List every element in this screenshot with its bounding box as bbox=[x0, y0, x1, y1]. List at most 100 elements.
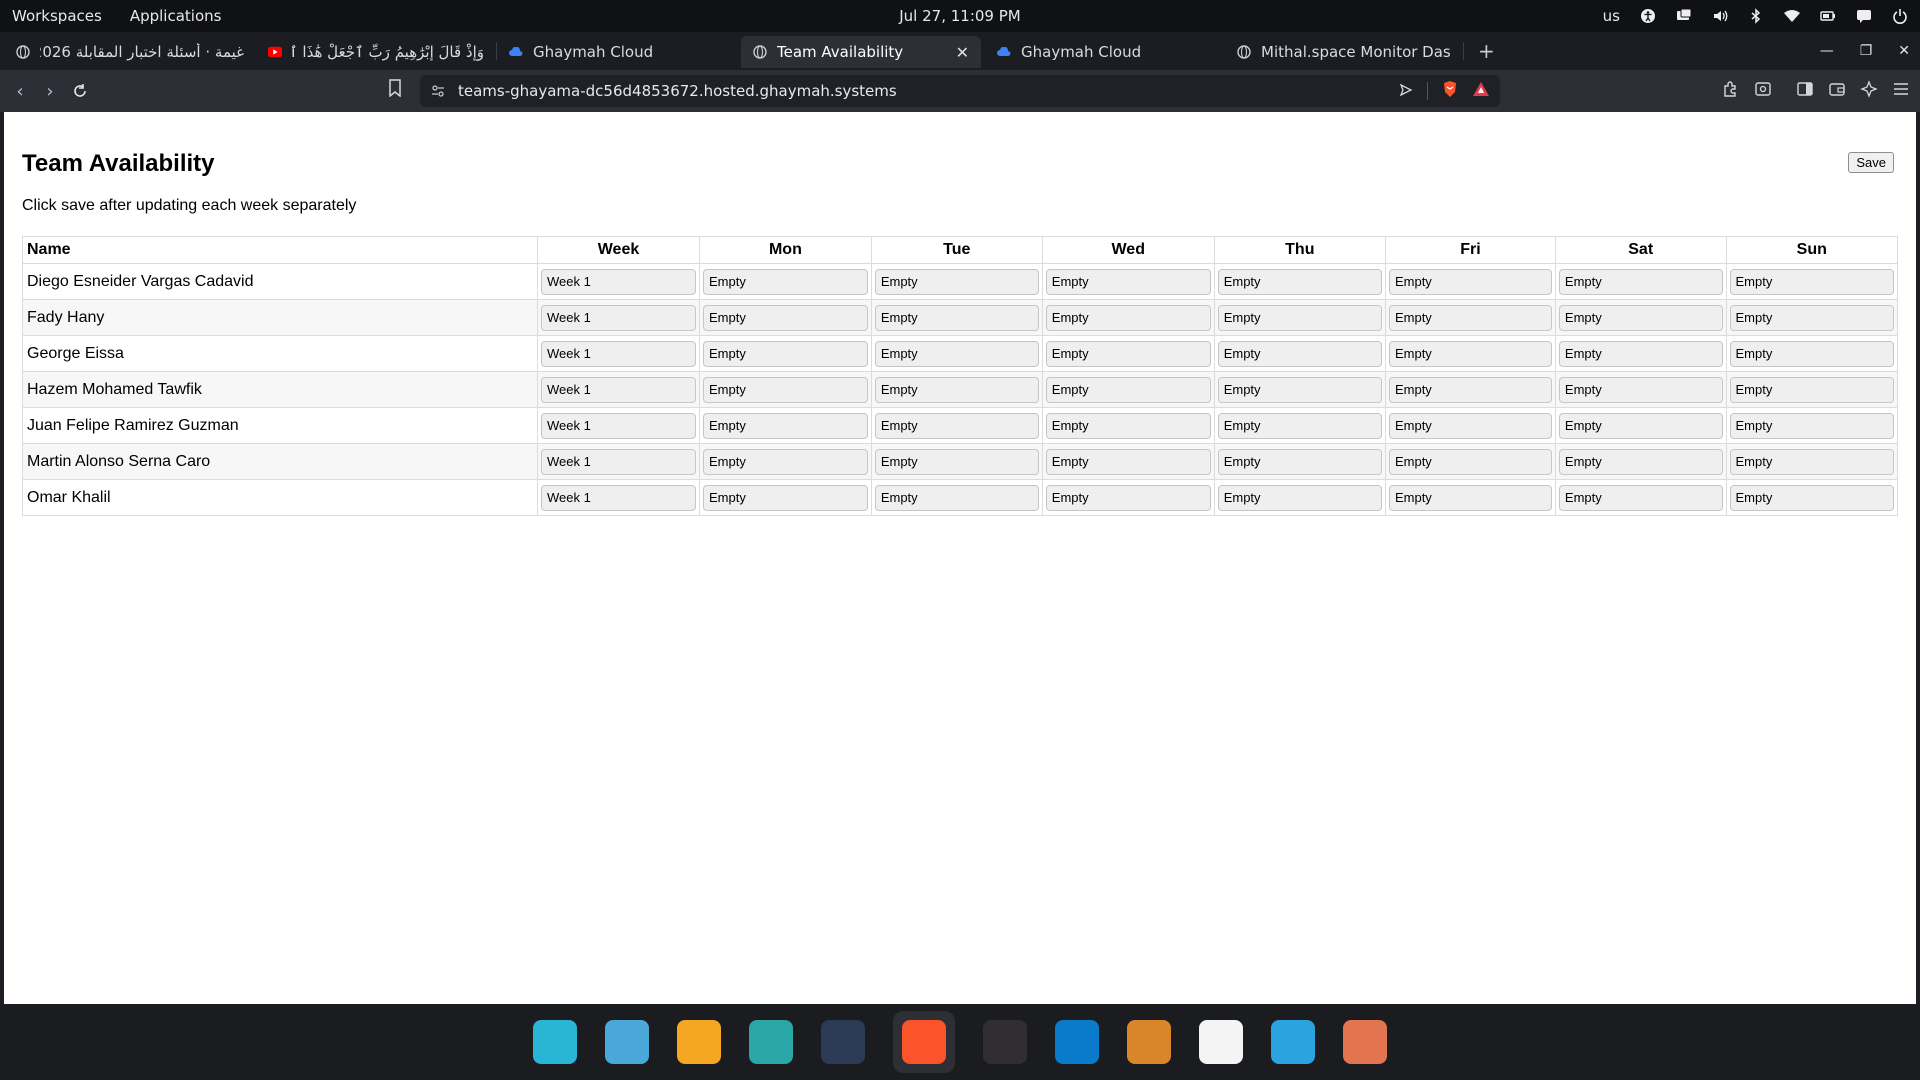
sat-availability-input[interactable] bbox=[1558, 340, 1723, 367]
tue-availability-input[interactable] bbox=[874, 448, 1039, 475]
tue-availability-input[interactable] bbox=[874, 412, 1039, 439]
extensions-icon[interactable] bbox=[1722, 80, 1740, 102]
close-window-icon[interactable]: ✕ bbox=[1898, 43, 1910, 59]
week-input[interactable] bbox=[541, 304, 696, 331]
week-input[interactable] bbox=[541, 412, 696, 439]
fri-availability-input[interactable] bbox=[1388, 448, 1552, 475]
tue-availability-input[interactable] bbox=[874, 376, 1039, 403]
battery-icon[interactable] bbox=[1820, 8, 1836, 24]
wed-availability-input[interactable] bbox=[1045, 340, 1211, 367]
minimize-icon[interactable]: — bbox=[1820, 43, 1834, 59]
screenshot-icon[interactable] bbox=[1754, 80, 1772, 102]
dock-item[interactable] bbox=[821, 1020, 865, 1064]
week-input[interactable] bbox=[541, 484, 696, 511]
sun-availability-input[interactable] bbox=[1729, 376, 1894, 403]
tab-team-availability[interactable]: Team Availability ✕ bbox=[741, 36, 981, 68]
tue-availability-input[interactable] bbox=[874, 268, 1039, 295]
sat-availability-input[interactable] bbox=[1558, 304, 1723, 331]
mon-availability-input[interactable] bbox=[703, 268, 868, 295]
dock-item[interactable] bbox=[1271, 1020, 1315, 1064]
volume-icon[interactable] bbox=[1712, 8, 1728, 24]
mon-availability-input[interactable] bbox=[703, 448, 868, 475]
thu-availability-input[interactable] bbox=[1217, 304, 1382, 331]
mon-availability-input[interactable] bbox=[703, 304, 868, 331]
tab-arabic-interview[interactable]: غيمة · أسئلة اختبار المقابلة 2026 bbox=[4, 36, 256, 68]
wed-availability-input[interactable] bbox=[1045, 304, 1211, 331]
close-tab-icon[interactable]: ✕ bbox=[956, 43, 969, 62]
save-button[interactable]: Save bbox=[1848, 152, 1894, 173]
dock-item[interactable] bbox=[893, 1011, 955, 1073]
thu-availability-input[interactable] bbox=[1217, 448, 1382, 475]
back-icon[interactable]: ‹ bbox=[8, 79, 32, 103]
sun-availability-input[interactable] bbox=[1729, 484, 1894, 511]
sat-availability-input[interactable] bbox=[1558, 448, 1723, 475]
dock-item[interactable] bbox=[533, 1020, 577, 1064]
keyboard-layout-indicator[interactable]: us bbox=[1603, 7, 1620, 25]
site-settings-icon[interactable] bbox=[430, 83, 446, 103]
wed-availability-input[interactable] bbox=[1045, 448, 1211, 475]
dock-item[interactable] bbox=[677, 1020, 721, 1064]
week-input[interactable] bbox=[541, 268, 696, 295]
sun-availability-input[interactable] bbox=[1729, 448, 1894, 475]
dock-item[interactable] bbox=[1055, 1020, 1099, 1064]
mon-availability-input[interactable] bbox=[703, 376, 868, 403]
sat-availability-input[interactable] bbox=[1558, 484, 1723, 511]
thu-availability-input[interactable] bbox=[1217, 340, 1382, 367]
thu-availability-input[interactable] bbox=[1217, 268, 1382, 295]
dock-item[interactable] bbox=[1199, 1020, 1243, 1064]
mon-availability-input[interactable] bbox=[703, 412, 868, 439]
wed-availability-input[interactable] bbox=[1045, 268, 1211, 295]
share-icon[interactable] bbox=[1399, 82, 1413, 101]
thu-availability-input[interactable] bbox=[1217, 412, 1382, 439]
tue-availability-input[interactable] bbox=[874, 304, 1039, 331]
bluetooth-icon[interactable] bbox=[1748, 8, 1764, 24]
week-input[interactable] bbox=[541, 448, 696, 475]
brave-rewards-icon[interactable] bbox=[1472, 81, 1490, 101]
new-tab-button[interactable]: + bbox=[1478, 39, 1495, 63]
leo-ai-icon[interactable] bbox=[1860, 80, 1878, 102]
fri-availability-input[interactable] bbox=[1388, 304, 1552, 331]
dock-item[interactable] bbox=[1127, 1020, 1171, 1064]
forward-icon[interactable]: › bbox=[38, 79, 62, 103]
week-input[interactable] bbox=[541, 340, 696, 367]
brave-shields-icon[interactable] bbox=[1442, 80, 1458, 102]
sun-availability-input[interactable] bbox=[1729, 268, 1894, 295]
tue-availability-input[interactable] bbox=[874, 484, 1039, 511]
fri-availability-input[interactable] bbox=[1388, 484, 1552, 511]
reload-icon[interactable] bbox=[68, 79, 92, 103]
sidebar-toggle-icon[interactable] bbox=[1796, 80, 1814, 102]
mon-availability-input[interactable] bbox=[703, 340, 868, 367]
accessibility-icon[interactable] bbox=[1640, 8, 1656, 24]
thu-availability-input[interactable] bbox=[1217, 376, 1382, 403]
wifi-icon[interactable] bbox=[1784, 8, 1800, 24]
wed-availability-input[interactable] bbox=[1045, 376, 1211, 403]
dock-item[interactable] bbox=[605, 1020, 649, 1064]
workspaces-menu[interactable]: Workspaces bbox=[12, 7, 102, 25]
maximize-icon[interactable]: ❐ bbox=[1860, 43, 1873, 59]
dock-item[interactable] bbox=[1343, 1020, 1387, 1064]
sun-availability-input[interactable] bbox=[1729, 412, 1894, 439]
sat-availability-input[interactable] bbox=[1558, 376, 1723, 403]
fri-availability-input[interactable] bbox=[1388, 376, 1552, 403]
sat-availability-input[interactable] bbox=[1558, 412, 1723, 439]
bookmark-icon[interactable] bbox=[388, 79, 402, 101]
tab-ghaymah-cloud-2[interactable]: Ghaymah Cloud bbox=[985, 36, 1225, 68]
screen-share-icon[interactable] bbox=[1676, 8, 1692, 24]
dock-item[interactable] bbox=[983, 1020, 1027, 1064]
wed-availability-input[interactable] bbox=[1045, 484, 1211, 511]
applications-menu[interactable]: Applications bbox=[130, 7, 222, 25]
address-bar[interactable]: teams-ghayama-dc56d4853672.hosted.ghayma… bbox=[420, 75, 1500, 107]
power-icon[interactable] bbox=[1892, 8, 1908, 24]
thu-availability-input[interactable] bbox=[1217, 484, 1382, 511]
fri-availability-input[interactable] bbox=[1388, 412, 1552, 439]
week-input[interactable] bbox=[541, 376, 696, 403]
sat-availability-input[interactable] bbox=[1558, 268, 1723, 295]
tab-youtube-quran[interactable]: وَإِذْ قَالَ إِبْرَٰهِيمُ رَبِّ ٱجْعَلْ … bbox=[256, 36, 496, 68]
fri-availability-input[interactable] bbox=[1388, 340, 1552, 367]
notifications-icon[interactable] bbox=[1856, 8, 1872, 24]
mon-availability-input[interactable] bbox=[703, 484, 868, 511]
wed-availability-input[interactable] bbox=[1045, 412, 1211, 439]
tue-availability-input[interactable] bbox=[874, 340, 1039, 367]
sun-availability-input[interactable] bbox=[1729, 304, 1894, 331]
sun-availability-input[interactable] bbox=[1729, 340, 1894, 367]
